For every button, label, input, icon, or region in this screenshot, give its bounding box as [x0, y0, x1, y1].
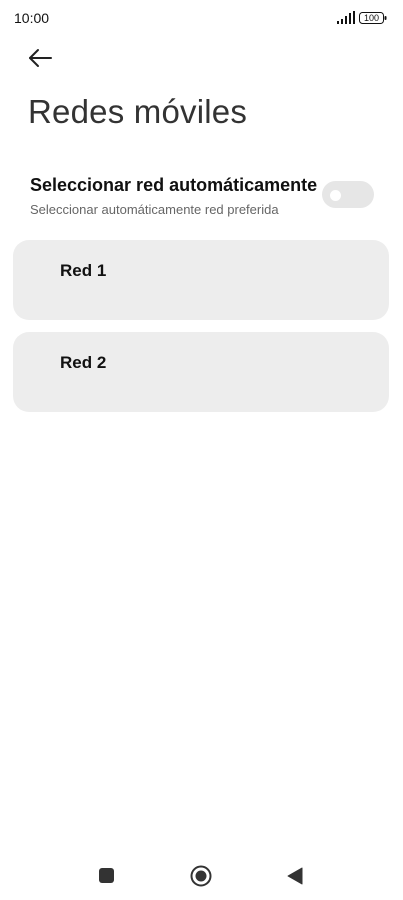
recents-square-icon[interactable] — [99, 868, 114, 883]
network-item-red-1[interactable]: Red 1 — [13, 240, 389, 320]
battery-level: 100 — [363, 13, 380, 23]
arrow-left-icon — [29, 49, 52, 67]
auto-select-row[interactable]: Seleccionar red automáticamente Seleccio… — [0, 168, 403, 226]
page-title: Redes móviles — [28, 93, 248, 130]
network-item-red-2[interactable]: Red 2 — [13, 332, 389, 412]
signal-bars-icon — [337, 11, 355, 24]
status-bar: 10:00 100 — [0, 0, 403, 36]
system-nav-bar — [0, 850, 403, 900]
toggle-knob — [330, 190, 341, 201]
home-circle-icon[interactable] — [190, 865, 212, 887]
network-label: Red 1 — [60, 261, 107, 280]
nav-back-triangle-icon[interactable] — [287, 867, 303, 885]
network-label: Red 2 — [60, 353, 107, 372]
auto-select-title: Seleccionar red automáticamente — [30, 175, 318, 195]
back-button[interactable] — [22, 44, 58, 74]
status-time: 10:00 — [14, 10, 50, 26]
auto-select-toggle[interactable] — [322, 181, 374, 208]
auto-select-subtitle: Seleccionar automáticamente red preferid… — [30, 202, 279, 217]
